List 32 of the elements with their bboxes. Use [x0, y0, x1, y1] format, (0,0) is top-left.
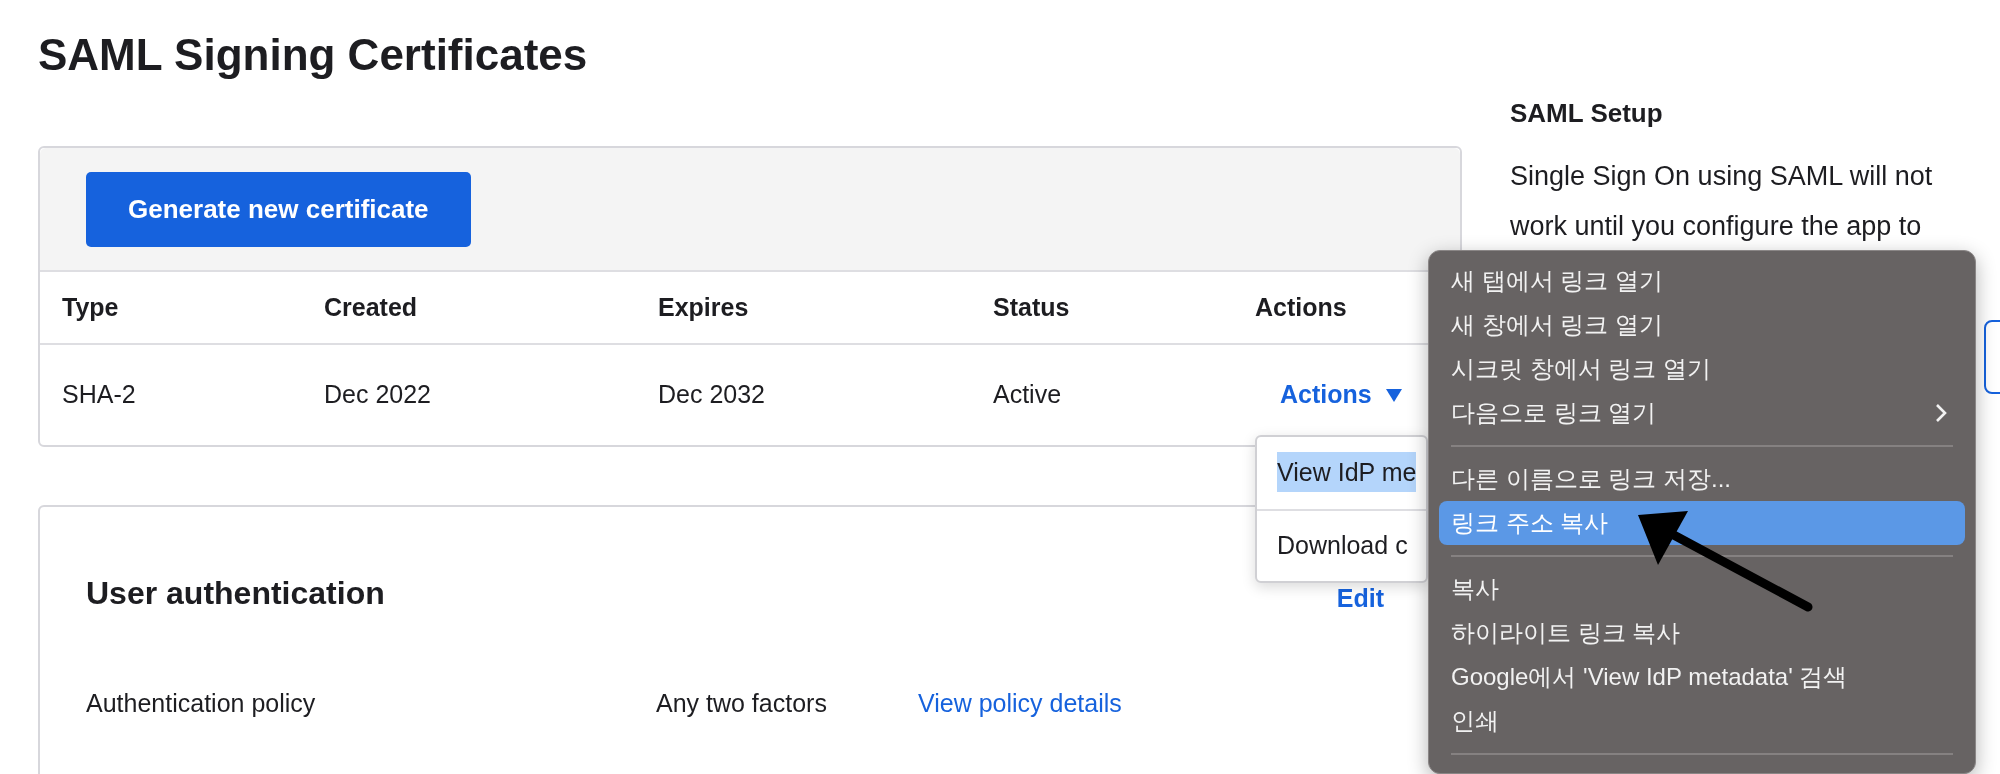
- actions-dropdown[interactable]: Actions: [1280, 376, 1402, 414]
- column-header: Expires: [658, 291, 750, 323]
- sidebar-title: SAML Setup: [1510, 98, 1664, 130]
- column-header: Status: [993, 291, 1071, 323]
- caret-icon: [1385, 388, 1402, 402]
- context-menu-item[interactable]: 새 창에서 링크 열기: [1439, 303, 1965, 347]
- context-menu-item[interactable]: Google에서 'View IdP metadata' 검색: [1439, 655, 1965, 699]
- sidebar-text: Single Sign On using SAML will not work until you configure the app to: [1510, 160, 1934, 244]
- context-menu-item[interactable]: 새 탭에서 링크 열기: [1439, 259, 1965, 303]
- context-menu-item[interactable]: 다음으로 링크 열기: [1439, 391, 1965, 435]
- context-menu-item[interactable]: 시크릿 창에서 링크 열기: [1439, 347, 1965, 391]
- context-menu-item[interactable]: 하이라이트 링크 복사: [1439, 611, 1965, 655]
- menu-item[interactable]: Download c: [1257, 509, 1426, 581]
- table-cell-text: Dec 2032: [658, 379, 767, 411]
- section-title: User authentication: [86, 574, 385, 613]
- context-menu-item[interactable]: 링크 주소 복사: [1439, 501, 1965, 545]
- page-title: SAML Signing Certificates: [38, 30, 589, 80]
- table-cell-text: SHA-2: [62, 379, 137, 411]
- policy-details-link[interactable]: View policy details: [918, 685, 1122, 723]
- column-header: Created: [324, 291, 419, 323]
- edit-link[interactable]: Edit: [1336, 579, 1384, 617]
- column-header: Actions: [1255, 291, 1347, 323]
- table-cell-text: Active: [993, 379, 1063, 411]
- field-value: Any two factors: [656, 688, 828, 719]
- field-label: Authentication policy: [86, 688, 317, 719]
- context-menu-item[interactable]: 다른 이름으로 링크 저장...: [1439, 457, 1965, 501]
- context-menu-item[interactable]: 복사: [1439, 567, 1965, 611]
- column-header: Type: [62, 291, 120, 323]
- context-menu-item[interactable]: 인쇄: [1439, 699, 1965, 743]
- table-cell-text: Dec 2022: [324, 379, 433, 411]
- generate-certificate-button[interactable]: Generate new certificate: [86, 171, 471, 247]
- menu-item[interactable]: View IdP me: [1257, 437, 1426, 509]
